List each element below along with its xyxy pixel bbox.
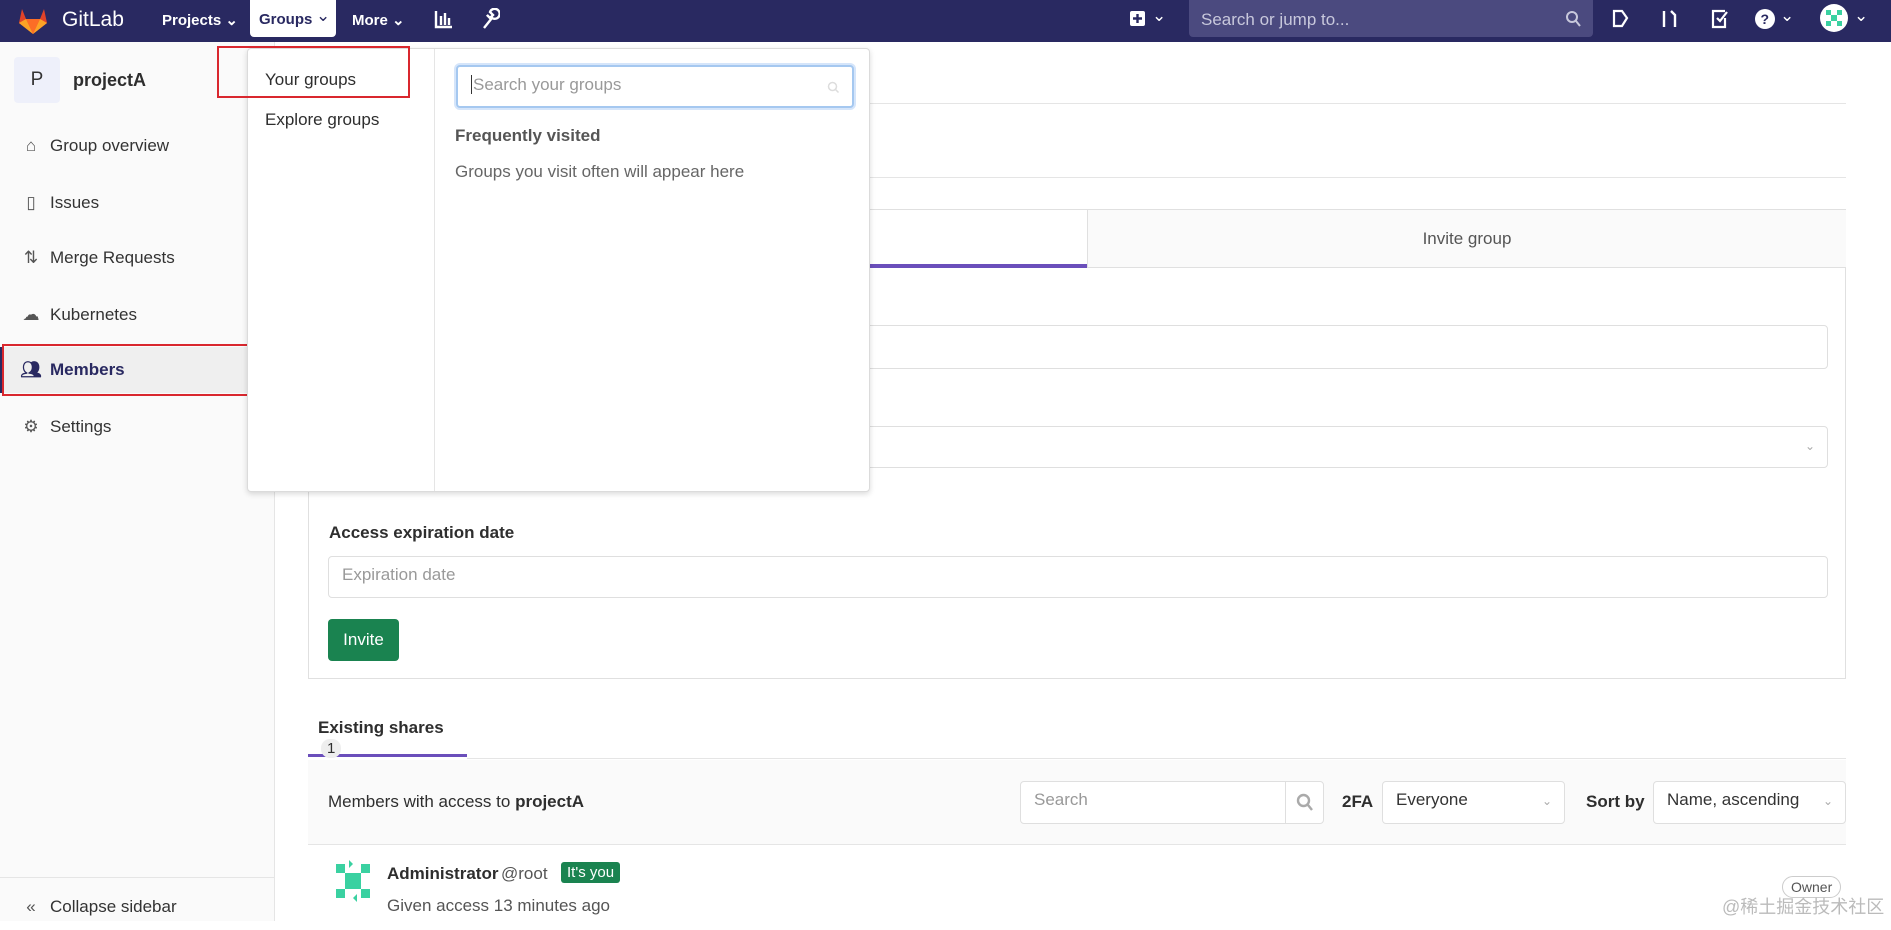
search-groups-placeholder: Search your groups — [471, 75, 622, 94]
member-row: Administrator @root It's you Given acces… — [308, 846, 1846, 921]
nav-projects-label: Projects — [162, 12, 222, 29]
nav-more-label: More — [352, 12, 388, 29]
sidebar-item-label: Kubernetes — [50, 305, 137, 324]
given-access-text: Given access 13 minutes ago — [387, 896, 611, 915]
members-search-placeholder: Search — [1034, 790, 1088, 809]
double-chevron-left-icon: « — [26, 897, 36, 916]
twofa-label: 2FA — [1342, 792, 1374, 811]
sidebar-item-label: Settings — [50, 417, 112, 436]
activity-chart-icon[interactable] — [434, 9, 454, 29]
chevron-down-icon: ⌄ — [1804, 439, 1815, 453]
chevron-down-icon[interactable]: ⌄ — [1780, 6, 1794, 26]
todos-icon[interactable] — [1711, 9, 1729, 29]
collapse-sidebar-label: Collapse sidebar — [50, 897, 177, 916]
cloud-gear-icon: ☁ — [22, 305, 40, 324]
search-icon — [1566, 11, 1581, 27]
project-name[interactable]: projectA — [73, 70, 146, 91]
chevron-down-icon: ⌄ — [1541, 794, 1552, 808]
expiration-date-input[interactable]: Expiration date — [328, 556, 1828, 598]
menu-item-explore-groups[interactable]: Explore groups — [265, 110, 379, 130]
nav-groups-button[interactable]: Groups ⌄ — [250, 0, 336, 37]
chevron-down-icon: ⌄ — [1822, 794, 1833, 808]
tab-existing-shares[interactable]: Existing shares 1 — [308, 716, 467, 758]
help-icon[interactable]: ? — [1754, 8, 1776, 30]
watermark: @稀土掘金技术社区 — [1722, 897, 1885, 917]
sidebar: P projectA ⌂Group overview ▯Issues0 ⇅Mer… — [0, 42, 278, 921]
sidebar-item-group-overview[interactable]: ⌂ Group overview — [0, 123, 274, 169]
chevron-down-icon: ⌄ — [392, 12, 405, 29]
chevron-down-icon[interactable]: ⌄ — [1152, 6, 1166, 26]
sort-select[interactable]: Name, ascending ⌄ — [1653, 781, 1846, 824]
global-search-placeholder: Search or jump to... — [1201, 10, 1350, 29]
existing-shares-count: 1 — [321, 739, 342, 758]
frequently-visited-empty: Groups you visit often will appear here — [455, 162, 745, 181]
search-button[interactable] — [1285, 782, 1324, 823]
global-search-input[interactable]: Search or jump to... — [1189, 0, 1593, 37]
divider — [467, 758, 1846, 759]
highlight-box-members — [2, 344, 258, 396]
svg-text:?: ? — [1761, 11, 1770, 27]
user-avatar-icon[interactable] — [1820, 4, 1848, 32]
issues-icon[interactable] — [1612, 9, 1630, 29]
invite-button[interactable]: Invite — [328, 619, 399, 661]
nav-groups-label: Groups — [259, 11, 313, 28]
chevron-down-icon: ⌄ — [316, 6, 331, 25]
sidebar-item-issues[interactable]: ▯Issues0 — [0, 180, 278, 226]
members-search-input[interactable]: Search — [1020, 781, 1324, 824]
its-you-badge: It's you — [561, 862, 621, 883]
frequently-visited-heading: Frequently visited — [455, 126, 601, 145]
members-prefix: Members with access to — [328, 792, 511, 811]
new-item-plus-icon[interactable] — [1129, 10, 1147, 28]
chevron-down-icon: ⌄ — [225, 12, 238, 29]
twofa-filter-select[interactable]: Everyone ⌄ — [1382, 781, 1565, 824]
nav-more[interactable]: More ⌄ — [352, 11, 405, 29]
sidebar-item-kubernetes[interactable]: ☁ Kubernetes — [0, 292, 274, 338]
sidebar-item-settings[interactable]: ⚙ Settings — [0, 404, 274, 450]
search-icon — [827, 81, 840, 94]
admin-wrench-icon[interactable] — [480, 8, 500, 30]
expiration-date-placeholder: Expiration date — [342, 565, 456, 584]
sidebar-item-label: Group overview — [50, 136, 170, 155]
sidebar-item-merge-requests[interactable]: ⇅Merge Requests0 — [0, 235, 278, 281]
search-groups-input[interactable]: Search your groups — [456, 65, 854, 108]
tab-invite-group[interactable]: Invite group — [1087, 210, 1846, 268]
members-filter-bar: Members with access to projectA Search 2… — [308, 760, 1846, 845]
member-name[interactable]: Administrator — [387, 864, 498, 884]
member-username: @root — [501, 864, 548, 883]
project-avatar[interactable]: P — [14, 57, 60, 103]
issues-icon: ▯ — [26, 193, 36, 212]
expiration-label: Access expiration date — [329, 523, 515, 542]
chevron-down-icon[interactable]: ⌄ — [1854, 6, 1868, 26]
gear-icon: ⚙ — [23, 417, 39, 436]
brand-name[interactable]: GitLab — [62, 8, 124, 32]
member-avatar[interactable] — [328, 856, 378, 906]
sort-by-label: Sort by — [1586, 792, 1645, 811]
existing-shares-label: Existing shares — [318, 718, 444, 737]
dropdown-divider — [434, 49, 435, 491]
gitlab-logo-icon[interactable] — [18, 7, 48, 35]
members-project: projectA — [515, 792, 585, 811]
home-icon: ⌂ — [25, 136, 37, 155]
highlight-box-your-groups — [217, 46, 410, 98]
twofa-filter-value: Everyone — [1396, 790, 1468, 809]
members-with-access-text: Members with access to projectA — [328, 792, 584, 812]
merge-request-icon: ⇅ — [23, 248, 39, 267]
nav-projects[interactable]: Projects ⌄ — [162, 11, 238, 29]
merge-requests-icon[interactable] — [1660, 8, 1680, 30]
sort-value: Name, ascending — [1667, 790, 1800, 809]
groups-dropdown: Your groups Explore groups Search your g… — [247, 48, 870, 492]
tab-invite-group-label: Invite group — [1422, 229, 1512, 248]
top-navbar: GitLab Projects ⌄ Groups ⌄ More ⌄ ⌄ Searc… — [0, 0, 1891, 42]
sidebar-item-label: Issues — [50, 193, 100, 212]
collapse-sidebar-button[interactable]: « Collapse sidebar — [0, 884, 274, 930]
sidebar-item-label: Merge Requests — [50, 248, 175, 267]
divider — [0, 877, 274, 878]
search-icon — [1296, 793, 1313, 811]
